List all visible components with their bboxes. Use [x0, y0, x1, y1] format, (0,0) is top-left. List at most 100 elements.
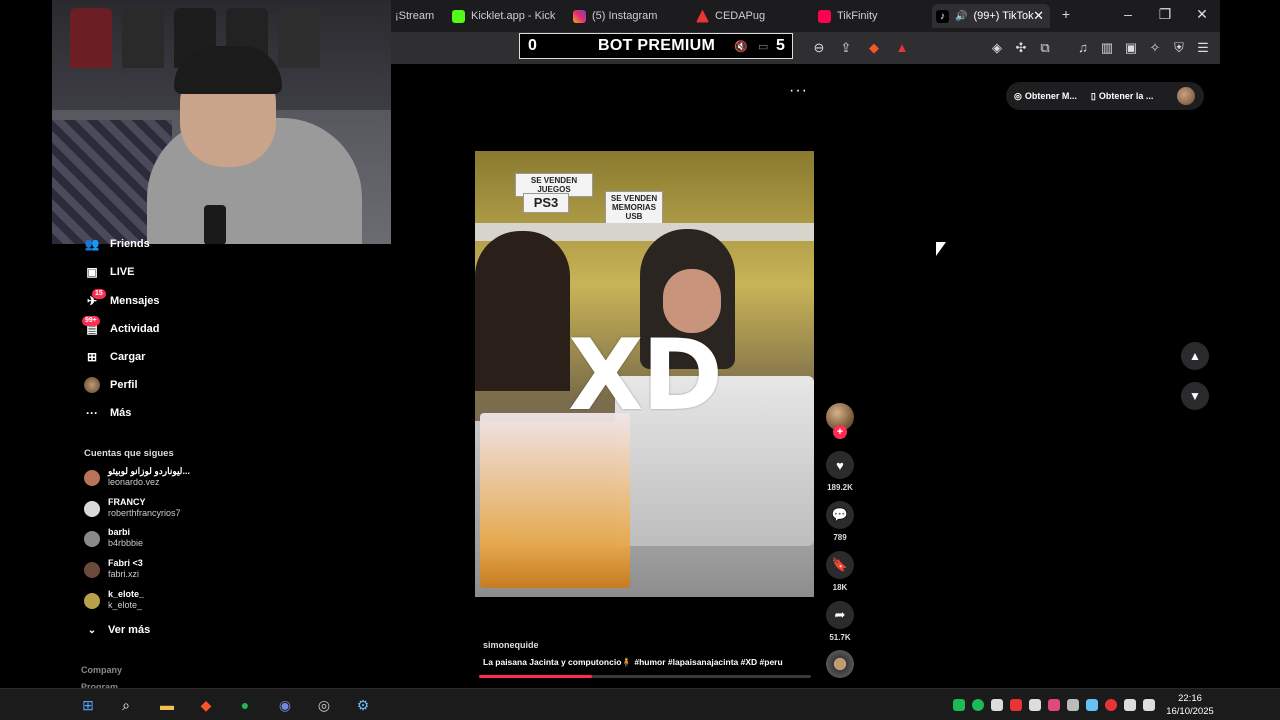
- spotify-icon[interactable]: ●: [235, 695, 255, 715]
- windows-taskbar: ⊞ ⌕ ▬ ◆ ● ◉ ◎ ⚙ 22:16 16/10/2025: [0, 688, 1280, 720]
- menu-icon[interactable]: ☰: [1195, 40, 1211, 56]
- previous-video-button[interactable]: ▲: [1181, 342, 1209, 370]
- sidebar-item-friends[interactable]: 👥 Friends: [84, 236, 150, 252]
- tray-icon[interactable]: [1067, 699, 1079, 711]
- following-account[interactable]: k_elote_ k_elote_: [84, 589, 144, 611]
- video-sign: SE VENDEN MEMORIAS USB: [605, 191, 663, 224]
- puzzle-icon[interactable]: ✣: [1013, 40, 1029, 56]
- discord-app-icon[interactable]: ◉: [275, 695, 295, 715]
- see-more-button[interactable]: ⌄ Ver más: [84, 622, 150, 638]
- heart-icon: ♥: [826, 451, 854, 479]
- webcam-shirt: [70, 8, 112, 68]
- sidebar-item-activity[interactable]: ▤ 99+ Actividad: [82, 316, 160, 337]
- tray-icon[interactable]: [1029, 699, 1041, 711]
- browser-tab-bar: ¡Stream Kicklet.app - Kick C (5) Instagr…: [391, 0, 1220, 32]
- close-tab-icon[interactable]: ✕: [1033, 8, 1044, 24]
- share-icon[interactable]: ⇪: [838, 40, 854, 56]
- search-icon[interactable]: ⌕: [116, 695, 136, 715]
- extension-icon[interactable]: ◈: [989, 40, 1005, 56]
- music-disc-icon[interactable]: [826, 650, 854, 678]
- wallet-icon[interactable]: ▣: [1123, 40, 1139, 56]
- new-tab-button[interactable]: +: [1056, 6, 1076, 22]
- tray-network-icon[interactable]: [1124, 699, 1136, 711]
- more-options-icon[interactable]: ···: [789, 82, 808, 100]
- tray-steam-icon[interactable]: [1086, 699, 1098, 711]
- comment-count: 789: [833, 533, 847, 542]
- overlay-left-count: 0: [528, 37, 537, 54]
- tab-cedapug[interactable]: CEDAPug: [692, 4, 802, 28]
- zoom-icon[interactable]: ⊖: [811, 40, 827, 56]
- save-button[interactable]: 🔖 18K: [825, 551, 855, 592]
- vpn-icon[interactable]: ⛨: [1171, 40, 1187, 56]
- restore-button[interactable]: ❐: [1155, 6, 1175, 23]
- close-window-button[interactable]: ✕: [1192, 6, 1212, 23]
- tiktok-icon: ♪: [936, 9, 949, 23]
- file-explorer-icon[interactable]: ▬: [157, 695, 177, 715]
- tab-stream[interactable]: ¡Stream: [391, 4, 435, 28]
- tab-tiktok[interactable]: ♪ 🔊 (99+) TikTok ✕: [932, 4, 1050, 28]
- sidebar-item-messages[interactable]: ✈ 15 Mensajes: [84, 289, 160, 309]
- sidebar-item-more[interactable]: ··· Más: [84, 405, 131, 421]
- steam-icon[interactable]: ⚙: [353, 695, 373, 715]
- mute-icon: 🔇: [734, 40, 748, 53]
- comment-button[interactable]: 💬 789: [825, 501, 855, 542]
- follow-plus-icon[interactable]: +: [833, 425, 847, 439]
- video-progress-fill: [479, 675, 592, 678]
- video-author[interactable]: simonequide: [483, 640, 539, 650]
- next-video-button[interactable]: ▼: [1181, 382, 1209, 410]
- following-account[interactable]: barbi b4rbbbie: [84, 527, 143, 549]
- get-app-button[interactable]: ▯ Obtener la ...: [1091, 91, 1153, 102]
- speaker-icon: 🔊: [955, 10, 968, 22]
- like-button[interactable]: ♥ 189.2K: [825, 451, 855, 492]
- bot-premium-overlay: 0 BOT PREMIUM 🔇 ▭ 5: [519, 33, 793, 59]
- tray-icon[interactable]: [1105, 699, 1117, 711]
- overlay-title: BOT PREMIUM: [598, 37, 716, 54]
- sidebar-toggle-icon[interactable]: ▥: [1099, 40, 1115, 56]
- following-account[interactable]: ليوناردو لوزانو لوبيثو... leonardo.vez: [84, 466, 190, 488]
- tray-spotify-icon[interactable]: [972, 699, 984, 711]
- video-player[interactable]: SE VENDEN JUEGOS PS3 SE VENDEN MEMORIAS …: [475, 151, 814, 597]
- tray-volume-icon[interactable]: [1143, 699, 1155, 711]
- tray-icon[interactable]: [1010, 699, 1022, 711]
- footer-link-company[interactable]: Company: [81, 665, 122, 675]
- avatar: [84, 470, 100, 486]
- video-tray: [480, 413, 630, 588]
- brave-browser-icon[interactable]: ◆: [196, 695, 216, 715]
- chevron-down-icon: ⌄: [87, 624, 97, 636]
- tray-icon[interactable]: [1048, 699, 1060, 711]
- mouse-cursor: [936, 242, 946, 256]
- sidebar-item-profile[interactable]: Perfil: [84, 377, 138, 393]
- like-count: 189.2K: [827, 483, 853, 492]
- brave-rewards-icon[interactable]: ▲: [894, 40, 910, 55]
- windows-start-icon[interactable]: ⊞: [78, 695, 98, 715]
- activity-icon: ▤ 99+: [82, 316, 100, 337]
- brave-shield-icon[interactable]: ◆: [866, 40, 882, 56]
- get-app-bar: ◎ Obtener M... ▯ Obtener la ...: [1006, 82, 1204, 110]
- system-clock[interactable]: 22:16 16/10/2025: [1160, 692, 1220, 718]
- following-account[interactable]: Fabri <3 fabri.xzi: [84, 558, 143, 580]
- tab-kicklet[interactable]: Kicklet.app - Kick C: [448, 4, 556, 28]
- friends-icon: 👥: [84, 237, 100, 251]
- avatar: [84, 531, 100, 547]
- ai-icon[interactable]: ✧: [1147, 40, 1163, 56]
- user-avatar[interactable]: [1177, 87, 1195, 105]
- profile-icon: [84, 377, 100, 393]
- get-mobile-button[interactable]: ◎ Obtener M...: [1014, 91, 1077, 102]
- sidebar-item-live[interactable]: ▣ LIVE: [84, 264, 134, 280]
- overlay-right-count: 5: [776, 37, 785, 54]
- video-progress-bar[interactable]: [479, 675, 811, 678]
- address-bar-row: [391, 32, 1220, 64]
- following-account[interactable]: FRANCY roberthfrancyrios7: [84, 497, 181, 519]
- tab-tikfinity[interactable]: TikFinity: [814, 4, 924, 28]
- sidebar-item-upload[interactable]: ⊞ Cargar: [84, 349, 146, 365]
- tray-icon[interactable]: [953, 699, 965, 711]
- upload-icon: ⊞: [86, 350, 98, 364]
- avatar: [84, 562, 100, 578]
- tray-discord-icon[interactable]: [991, 699, 1003, 711]
- screenshot-icon[interactable]: ⧉: [1037, 40, 1053, 56]
- share-button[interactable]: ➦ 51.7K: [825, 601, 855, 642]
- minimize-button[interactable]: –: [1118, 6, 1138, 22]
- music-icon[interactable]: ♫: [1075, 40, 1091, 55]
- tab-instagram[interactable]: (5) Instagram: [569, 4, 679, 28]
- obs-icon[interactable]: ◎: [314, 695, 334, 715]
